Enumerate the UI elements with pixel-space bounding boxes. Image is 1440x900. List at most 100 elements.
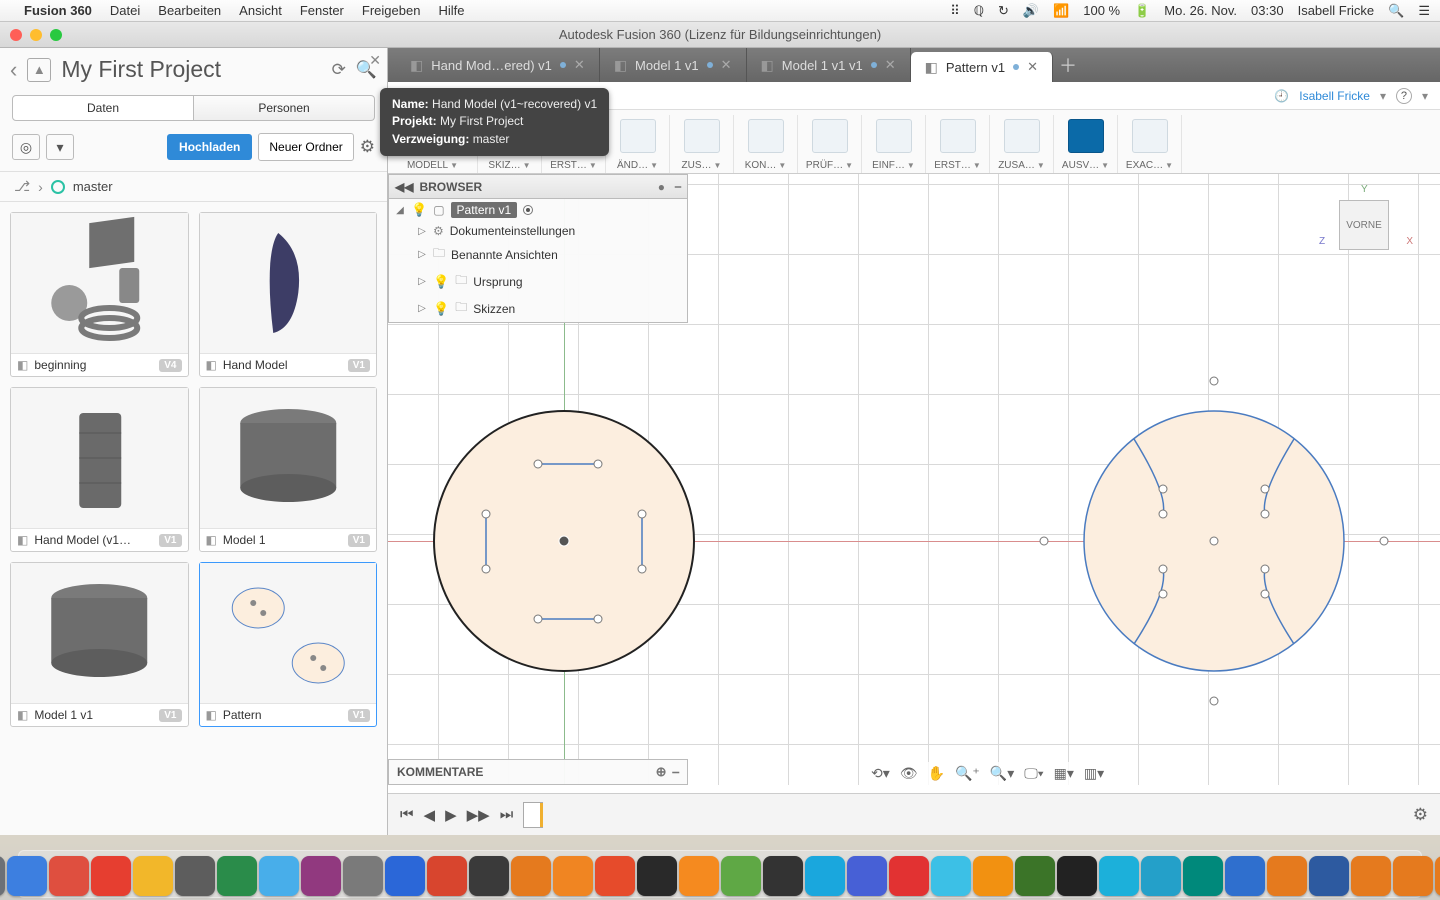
tool-exact[interactable]: EXAC…▼ <box>1118 115 1182 173</box>
browser-item[interactable]: ▷⚙Dokumenteinstellungen <box>389 221 687 241</box>
zoom-window-button[interactable] <box>50 29 62 41</box>
dock-app-icon[interactable] <box>1057 856 1097 896</box>
grid-settings-icon[interactable]: ▦▾ <box>1054 765 1074 782</box>
filter-select[interactable]: ◎ <box>12 134 40 160</box>
spotlight-icon[interactable]: 🔍 <box>1388 3 1404 19</box>
tool-construct[interactable]: KON…▼ <box>734 115 798 173</box>
browser-item[interactable]: ▷💡🗀Skizzen <box>389 295 687 322</box>
tab-people[interactable]: Personen <box>194 95 375 121</box>
lightbulb-icon[interactable]: 💡 <box>411 202 427 218</box>
dock-app-icon[interactable] <box>1393 856 1433 896</box>
minimize-window-button[interactable] <box>30 29 42 41</box>
close-tab-icon[interactable]: ✕ <box>1027 59 1038 75</box>
menubar-item[interactable]: Hilfe <box>438 3 464 18</box>
back-icon[interactable]: ‹ <box>10 57 17 83</box>
tool-insert[interactable]: EINF…▼ <box>862 115 926 173</box>
dock-app-icon[interactable] <box>1435 856 1440 896</box>
dock-app-icon[interactable] <box>805 856 845 896</box>
document-tab[interactable]: ◧Hand Mod…ered) v1✕ <box>396 48 600 82</box>
new-folder-button[interactable]: Neuer Ordner <box>258 133 353 161</box>
design-card-selected[interactable]: ◧PatternV1 <box>199 562 378 727</box>
add-comment-icon[interactable]: ⊕ <box>656 764 667 780</box>
collapse-arrows-icon[interactable]: ◀◀ <box>395 180 413 194</box>
dock-app-icon[interactable] <box>427 856 467 896</box>
dock-app-icon[interactable] <box>1099 856 1139 896</box>
dock-app-icon[interactable] <box>1267 856 1307 896</box>
dock-app-icon[interactable] <box>7 856 47 896</box>
document-tab-active[interactable]: ◧Pattern v1✕ <box>911 52 1053 82</box>
dock-app-icon[interactable] <box>343 856 383 896</box>
lightbulb-icon[interactable]: 💡 <box>433 301 449 317</box>
dock-app-icon[interactable] <box>49 856 89 896</box>
timeline-end-icon[interactable]: ⏭ <box>500 806 514 823</box>
active-radio[interactable] <box>523 205 533 215</box>
viewcube-face[interactable]: VORNE <box>1339 200 1389 250</box>
viewcube[interactable]: VORNE X Y Z <box>1333 194 1395 256</box>
user-name[interactable]: Isabell Fricke <box>1299 89 1370 103</box>
timeline-feature[interactable] <box>523 802 543 828</box>
expand-icon[interactable]: ▷ <box>417 303 427 314</box>
timemachine-icon[interactable]: ↻ <box>998 3 1009 19</box>
dock-app-icon[interactable] <box>259 856 299 896</box>
design-card[interactable]: ◧beginningV4 <box>10 212 189 377</box>
pan-icon[interactable]: ✋ <box>928 765 945 782</box>
browser-item[interactable]: ▷💡🗀Ursprung <box>389 268 687 295</box>
upload-button[interactable]: Hochladen <box>167 134 252 160</box>
filter-dropdown[interactable]: ▾ <box>46 134 74 160</box>
look-icon[interactable]: 👁 <box>900 765 918 782</box>
timeline-forward-icon[interactable]: ▶▶ <box>467 806 490 824</box>
menubar-item[interactable]: Bearbeiten <box>158 3 221 18</box>
user-label[interactable]: Isabell Fricke <box>1298 3 1375 18</box>
document-tab[interactable]: ◧Model 1 v1✕ <box>600 48 747 82</box>
pin-panel-icon[interactable]: ⎯ <box>675 179 681 194</box>
tool-modify[interactable]: ÄND…▼ <box>606 115 670 173</box>
timeline-back-icon[interactable]: ◀ <box>424 806 436 824</box>
expand-icon[interactable]: ▷ <box>417 249 427 260</box>
battery-icon[interactable]: 🔋 <box>1134 3 1150 19</box>
wifi-icon[interactable]: 📶 <box>1053 3 1069 19</box>
close-tab-icon[interactable]: ✕ <box>574 57 585 73</box>
lightbulb-icon[interactable]: 💡 <box>433 274 449 290</box>
minimize-panel-icon[interactable]: ● <box>658 180 665 194</box>
dock-app-icon[interactable] <box>889 856 929 896</box>
close-tab-icon[interactable]: ✕ <box>885 57 896 73</box>
dock-app-icon[interactable] <box>1351 856 1391 896</box>
browser-root[interactable]: ◢💡▢Pattern v1 <box>389 199 687 221</box>
tool-inspect[interactable]: PRÜF…▼ <box>798 115 862 173</box>
tab-data[interactable]: Daten <box>12 95 194 121</box>
dropbox-icon[interactable]: ⠿ <box>950 3 960 19</box>
timeline-start-icon[interactable]: ⏮ <box>400 806 414 823</box>
close-tab-icon[interactable]: ✕ <box>721 57 732 73</box>
menubar-item[interactable]: Ansicht <box>239 3 282 18</box>
design-card[interactable]: ◧Model 1V1 <box>199 387 378 552</box>
dock-app-icon[interactable] <box>637 856 677 896</box>
zoom-icon[interactable]: 🔍⁺ <box>955 765 980 782</box>
display-settings-icon[interactable]: 🖵▾ <box>1024 765 1043 782</box>
menubar-app[interactable]: Fusion 360 <box>24 3 92 18</box>
tool-select[interactable]: AUSV…▼ <box>1054 115 1118 173</box>
tool-assemble[interactable]: ZUS…▼ <box>670 115 734 173</box>
document-tab[interactable]: ◧Model 1 v1 v1✕ <box>747 48 911 82</box>
close-panel-icon[interactable]: ✕ <box>369 52 381 69</box>
help-icon[interactable]: ? <box>1396 88 1412 104</box>
dock-app-icon[interactable] <box>847 856 887 896</box>
dock-app-icon[interactable] <box>91 856 131 896</box>
dock-app-icon[interactable] <box>511 856 551 896</box>
dock-app-icon[interactable] <box>679 856 719 896</box>
dock-app-icon[interactable] <box>1141 856 1181 896</box>
dock-app-icon[interactable] <box>1015 856 1055 896</box>
menubar-item[interactable]: Datei <box>110 3 140 18</box>
clock-icon[interactable]: 🕘 <box>1274 89 1289 103</box>
expand-icon[interactable]: ▷ <box>417 276 427 287</box>
dock-app-icon[interactable] <box>1183 856 1223 896</box>
dock-app-icon[interactable] <box>553 856 593 896</box>
dock-app-icon[interactable] <box>1309 856 1349 896</box>
branch-row[interactable]: ⎇ › master <box>0 171 387 202</box>
tool-addins[interactable]: ZUSA…▼ <box>990 115 1054 173</box>
tool-make[interactable]: ERST…▼ <box>926 115 990 173</box>
menubar-item[interactable]: Freigeben <box>362 3 421 18</box>
dock-app-icon[interactable] <box>973 856 1013 896</box>
browser-item[interactable]: ▷🗀Benannte Ansichten <box>389 241 687 268</box>
design-card[interactable]: ◧Hand Model (v1…V1 <box>10 387 189 552</box>
gear-icon[interactable]: ⚙ <box>360 137 375 157</box>
